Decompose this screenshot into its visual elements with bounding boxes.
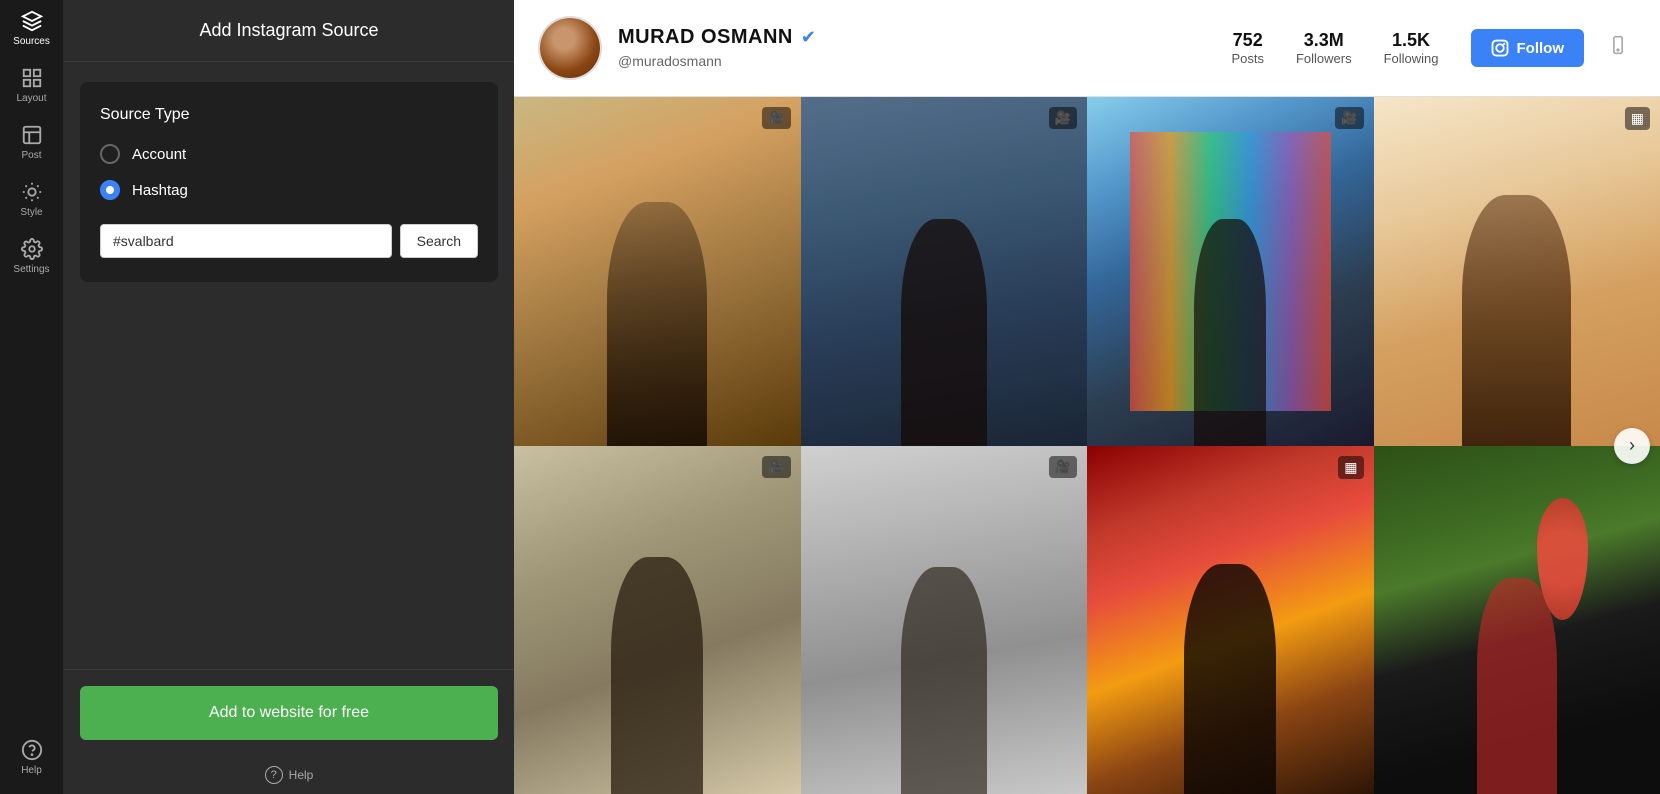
add-to-website-button[interactable]: Add to website for free [80,686,498,740]
help-row: ? Help [64,756,514,794]
stat-followers: 3.3M Followers [1296,30,1352,66]
stat-following-label: Following [1384,51,1439,66]
avatar [538,16,602,80]
panel-title: Add Instagram Source [64,0,514,62]
follow-button[interactable]: Follow [1471,29,1585,67]
profile-stats: 752 Posts 3.3M Followers 1.5K Following [1231,30,1438,66]
profile-handle: @muradosmann [618,53,722,69]
radio-hashtag-circle[interactable] [100,180,120,200]
photo-cell-5[interactable]: 🎥 [514,446,801,794]
stat-posts-value: 752 [1231,30,1264,51]
search-button[interactable]: Search [400,224,478,258]
stat-posts-label: Posts [1231,51,1264,66]
search-input[interactable] [100,224,392,258]
radio-hashtag-label: Hashtag [132,182,188,199]
video-badge-2: 🎥 [1049,107,1077,129]
video-badge-3: 🎥 [1335,107,1363,129]
profile-name: MURAD OSMANN [618,26,793,49]
photo-cell-2[interactable]: 🎥 [801,97,1088,446]
stat-followers-label: Followers [1296,51,1352,66]
photo-cell-7[interactable]: ▦ [1087,446,1374,794]
photo-cell-4[interactable]: ▦ [1374,97,1660,446]
icon-bar: Sources Layout Post Style Settings [0,0,64,794]
stat-following: 1.5K Following [1384,30,1439,66]
photo-cell-6[interactable]: 🎥 [801,446,1088,794]
video-badge-1: 🎥 [762,107,790,129]
source-type-card: Source Type Account Hashtag Search [80,82,498,282]
radio-account[interactable]: Account [100,144,478,164]
sidebar-item-settings[interactable]: Settings [0,228,63,285]
photo-grid: 🎥 🎥 🎥 ▦ [514,97,1660,794]
instagram-icon [1491,39,1509,57]
photo-cell-8[interactable] [1374,446,1660,794]
multi-badge-4: ▦ [1625,107,1650,130]
help-icon[interactable]: ? [265,766,283,784]
verified-icon: ✔ [801,27,816,48]
search-row: Search [100,224,478,258]
sidebar-item-layout[interactable]: Layout [0,57,63,114]
next-arrow-button[interactable]: › [1614,428,1650,464]
panel-content: Source Type Account Hashtag Search [64,62,514,669]
photo-cell-1[interactable]: 🎥 [514,97,801,446]
mobile-icon [1600,31,1636,65]
sidebar-item-post[interactable]: Post [0,114,63,171]
stat-following-value: 1.5K [1384,30,1439,51]
stat-posts: 752 Posts [1231,30,1264,66]
radio-hashtag[interactable]: Hashtag [100,180,478,200]
profile-info: MURAD OSMANN ✔ @muradosmann [618,26,1199,71]
radio-account-circle[interactable] [100,144,120,164]
bottom-cta-area: Add to website for free [64,669,514,756]
left-panel: Add Instagram Source Source Type Account… [64,0,514,794]
stat-followers-value: 3.3M [1296,30,1352,51]
video-badge-5: 🎥 [762,456,790,478]
video-badge-6: 🎥 [1049,456,1077,478]
multi-badge-7: ▦ [1338,456,1363,479]
profile-name-row: MURAD OSMANN ✔ [618,26,1199,49]
profile-header: MURAD OSMANN ✔ @muradosmann 752 Posts 3.… [514,0,1660,97]
sidebar-item-sources[interactable]: Sources [0,0,63,57]
photo-cell-3[interactable]: 🎥 [1087,97,1374,446]
source-type-heading: Source Type [100,106,478,124]
radio-account-label: Account [132,146,186,163]
main-area: MURAD OSMANN ✔ @muradosmann 752 Posts 3.… [514,0,1660,794]
sidebar-item-style[interactable]: Style [0,171,63,228]
help-button[interactable]: Help [0,729,63,786]
